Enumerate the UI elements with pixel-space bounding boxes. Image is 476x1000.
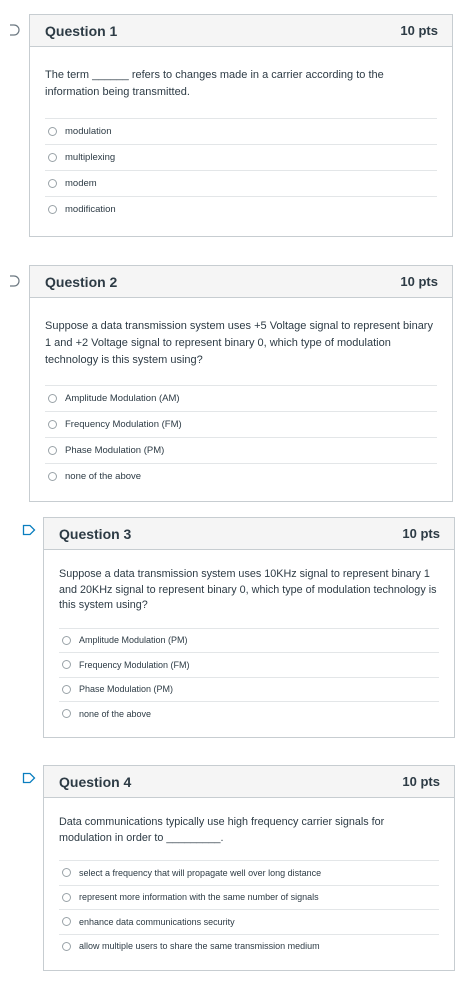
radio-button[interactable] <box>62 868 71 878</box>
question-3-header: Question 3 10 pts <box>44 518 454 550</box>
answer-label: select a frequency that will propagate w… <box>79 867 322 878</box>
radio-button[interactable] <box>62 660 71 670</box>
question-1-header: Question 1 10 pts <box>30 15 452 47</box>
answer-list: Amplitude Modulation (PM) Frequency Modu… <box>59 627 439 726</box>
answer-label: Amplitude Modulation (PM) <box>79 635 188 646</box>
question-2-header: Question 2 10 pts <box>30 266 452 298</box>
question-title: Question 2 <box>45 273 118 290</box>
radio-button[interactable] <box>48 153 57 162</box>
answer-list: select a frequency that will propagate w… <box>59 860 439 958</box>
radio-button[interactable] <box>48 205 57 214</box>
question-text: Data communications typically use high f… <box>59 816 385 844</box>
question-1-card: Question 1 10 pts The term ______ refers… <box>29 14 453 237</box>
answer-label: Frequency Modulation (FM) <box>79 659 190 670</box>
question-1-bookmark-icon[interactable] <box>8 23 20 37</box>
answer-option[interactable]: modification <box>45 196 437 222</box>
radio-button[interactable] <box>48 446 57 455</box>
radio-button[interactable] <box>62 635 71 645</box>
question-text: The term ______ refers to changes made i… <box>45 69 384 98</box>
question-3-card: Question 3 10 pts Suppose a data transmi… <box>43 517 455 738</box>
answer-label: Amplitude Modulation (AM) <box>65 393 180 404</box>
answer-option[interactable]: select a frequency that will propagate w… <box>59 860 439 885</box>
radio-button[interactable] <box>62 941 71 951</box>
answer-label: Phase Modulation (PM) <box>65 445 165 456</box>
answer-option[interactable]: Frequency Modulation (FM) <box>59 652 439 677</box>
answer-option[interactable]: Amplitude Modulation (AM) <box>45 385 437 411</box>
radio-button[interactable] <box>62 684 71 694</box>
question-text: Suppose a data transmission system uses … <box>45 320 433 366</box>
answer-option[interactable]: none of the above <box>45 463 437 489</box>
question-4-card: Question 4 10 pts Data communications ty… <box>43 765 455 971</box>
answer-option[interactable]: none of the above <box>59 701 439 726</box>
question-text: Suppose a data transmission system uses … <box>59 568 437 611</box>
answer-label: represent more information with the same… <box>79 892 319 903</box>
answer-option[interactable]: enhance data communications security <box>59 909 439 934</box>
question-points: 10 pts <box>400 274 438 289</box>
answer-label: modem <box>65 178 97 189</box>
answer-option[interactable]: allow multiple users to share the same t… <box>59 933 439 959</box>
question-points: 10 pts <box>402 774 440 789</box>
answer-label: none of the above <box>65 471 142 482</box>
question-points: 10 pts <box>400 23 438 38</box>
answer-label: enhance data communications security <box>79 916 235 927</box>
answer-option[interactable]: multiplexing <box>45 144 437 170</box>
question-4-header: Question 4 10 pts <box>44 766 454 798</box>
answer-option[interactable]: Phase Modulation (PM) <box>59 676 439 702</box>
radio-button[interactable] <box>48 394 57 403</box>
answer-label: allow multiple users to share the same t… <box>79 941 320 952</box>
answer-option[interactable]: modulation <box>45 118 437 144</box>
answer-label: Frequency Modulation (FM) <box>65 419 182 430</box>
answer-label: modification <box>65 204 116 215</box>
question-title: Question 1 <box>45 22 118 39</box>
answer-list: modulation multiplexing modem modificati… <box>45 118 437 222</box>
answer-option[interactable]: Frequency Modulation (FM) <box>45 411 437 437</box>
answer-label: none of the above <box>79 708 152 719</box>
radio-button[interactable] <box>62 917 71 927</box>
answer-label: modulation <box>65 126 112 137</box>
question-4-flag-icon[interactable] <box>22 772 36 784</box>
answer-option[interactable]: modem <box>45 170 437 196</box>
radio-button[interactable] <box>48 420 57 429</box>
answer-list: Amplitude Modulation (AM) Frequency Modu… <box>45 385 437 489</box>
radio-button[interactable] <box>62 709 71 719</box>
answer-option[interactable]: Phase Modulation (PM) <box>45 437 437 463</box>
answer-option[interactable]: represent more information with the same… <box>59 884 439 910</box>
answer-label: Phase Modulation (PM) <box>79 684 174 695</box>
answer-option[interactable]: Amplitude Modulation (PM) <box>59 627 439 653</box>
answer-label: multiplexing <box>65 152 116 163</box>
radio-button[interactable] <box>48 127 57 136</box>
radio-button[interactable] <box>62 892 71 902</box>
question-points: 10 pts <box>402 526 440 541</box>
radio-button[interactable] <box>48 472 57 481</box>
question-title: Question 3 <box>59 525 132 542</box>
question-title: Question 4 <box>59 773 132 790</box>
question-2-card: Question 2 10 pts Suppose a data transmi… <box>29 265 453 502</box>
question-3-flag-icon[interactable] <box>22 524 36 536</box>
question-2-bookmark-icon[interactable] <box>8 274 20 288</box>
radio-button[interactable] <box>48 179 57 188</box>
